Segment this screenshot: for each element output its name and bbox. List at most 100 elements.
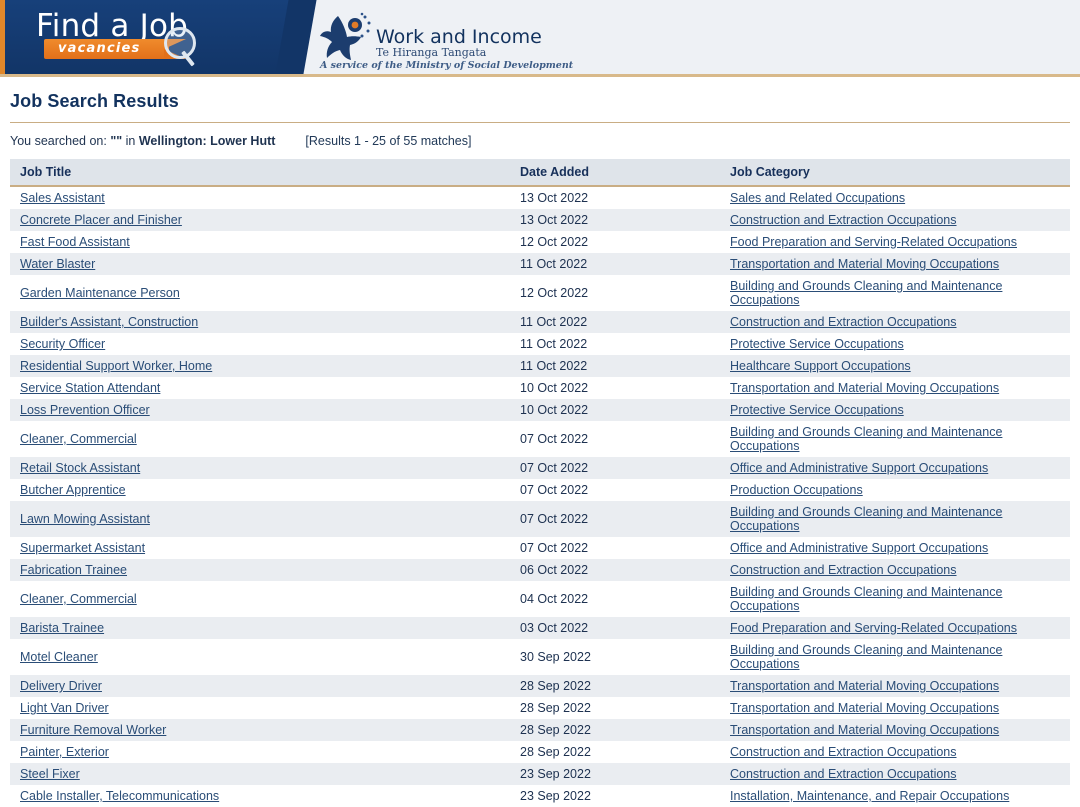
date-added-cell: 28 Sep 2022 <box>520 701 591 715</box>
job-title-cell: Cable Installer, Telecommunications <box>10 785 510 807</box>
job-title-link[interactable]: Retail Stock Assistant <box>20 461 140 475</box>
job-title-link[interactable]: Delivery Driver <box>20 679 102 693</box>
table-row: Cleaner, Commercial 07 Oct 2022 Building a… <box>10 421 1070 457</box>
page-title: Job Search Results <box>10 91 179 111</box>
job-title-cell: Loss Prevention Officer <box>10 399 510 421</box>
job-title-link[interactable]: Security Officer <box>20 337 105 351</box>
table-row: Water Blaster 11 Oct 2022 Transportation a… <box>10 253 1070 275</box>
search-location-value: Wellington: Lower Hutt <box>138 134 276 148</box>
job-category-link[interactable]: Sales and Related Occupations <box>730 191 905 205</box>
search-summary: You searched on: "" in Wellington: Lower… <box>10 123 1070 159</box>
job-category-link[interactable]: Transportation and Material Moving Occup… <box>730 679 999 693</box>
table-row: Steel Fixer 23 Sep 2022 Construction and E… <box>10 763 1070 785</box>
agency-maori-name: Te Hiranga Tangata <box>376 46 487 59</box>
table-row: Service Station Attendant 10 Oct 2022 Tran… <box>10 377 1070 399</box>
job-title-cell: Supermarket Assistant <box>10 537 510 559</box>
job-category-link[interactable]: Building and Grounds Cleaning and Mainte… <box>730 425 1002 453</box>
job-category-link[interactable]: Transportation and Material Moving Occup… <box>730 723 999 737</box>
job-title-cell: Barista Trainee <box>10 617 510 639</box>
job-title-link[interactable]: Builder's Assistant, Construction <box>20 315 198 329</box>
job-title-link[interactable]: Furniture Removal Worker <box>20 723 166 737</box>
job-title-link[interactable]: Fast Food Assistant <box>20 235 130 249</box>
job-title-link[interactable]: Painter, Exterior <box>20 745 109 759</box>
job-category-cell: Healthcare Support Occupations <box>720 355 1070 377</box>
find-a-job-logo[interactable]: Find a Job vacancies <box>36 9 236 67</box>
date-added-cell: 28 Sep 2022 <box>520 723 591 737</box>
job-category-link[interactable]: Construction and Extraction Occupations <box>730 315 957 329</box>
job-category-link[interactable]: Transportation and Material Moving Occup… <box>730 381 999 395</box>
table-row: Fast Food Assistant 12 Oct 2022 Food Prepa… <box>10 231 1070 253</box>
date-added-cell: 11 Oct 2022 <box>520 337 588 351</box>
job-category-cell: Office and Administrative Support Occupa… <box>720 457 1070 479</box>
job-category-link[interactable]: Food Preparation and Serving-Related Occ… <box>730 235 1017 249</box>
job-title-link[interactable]: Light Van Driver <box>20 701 109 715</box>
job-title-link[interactable]: Service Station Attendant <box>20 381 160 395</box>
job-category-link[interactable]: Production Occupations <box>730 483 863 497</box>
find-a-job-logo-text: Find a Job <box>36 8 189 44</box>
job-title-link[interactable]: Supermarket Assistant <box>20 541 145 555</box>
work-and-income-logo[interactable]: Work and Income Te Hiranga Tangata A ser… <box>318 8 648 71</box>
date-added-cell: 07 Oct 2022 <box>520 541 589 555</box>
job-category-link[interactable]: Food Preparation and Serving-Related Occ… <box>730 621 1017 635</box>
job-title-link[interactable]: Concrete Placer and Finisher <box>20 213 182 227</box>
job-title-cell: Retail Stock Assistant <box>10 457 510 479</box>
job-title-link[interactable]: Lawn Mowing Assistant <box>20 512 150 526</box>
search-summary-in: in <box>122 134 139 148</box>
job-title-cell: Fabrication Trainee <box>10 559 510 581</box>
date-added-cell: 10 Oct 2022 <box>520 403 589 417</box>
job-title-link[interactable]: Garden Maintenance Person <box>20 286 180 300</box>
job-category-cell: Protective Service Occupations <box>720 399 1070 421</box>
job-title-link[interactable]: Motel Cleaner <box>20 650 98 664</box>
search-query-value: "" <box>110 134 123 148</box>
job-title-link[interactable]: Cable Installer, Telecommunications <box>20 789 219 803</box>
job-category-cell: Building and Grounds Cleaning and Mainte… <box>720 275 1070 311</box>
table-row: Supermarket Assistant 07 Oct 2022 Office a… <box>10 537 1070 559</box>
table-row: Concrete Placer and Finisher 13 Oct 2022 C… <box>10 209 1070 231</box>
job-category-link[interactable]: Installation, Maintenance, and Repair Oc… <box>730 789 1009 803</box>
table-row: Garden Maintenance Person 12 Oct 2022 Buil… <box>10 275 1070 311</box>
job-category-cell: Protective Service Occupations <box>720 333 1070 355</box>
job-title-link[interactable]: Cleaner, Commercial <box>20 592 137 606</box>
job-title-link[interactable]: Fabrication Trainee <box>20 563 127 577</box>
job-category-link[interactable]: Building and Grounds Cleaning and Mainte… <box>730 505 1002 533</box>
job-title-cell: Painter, Exterior <box>10 741 510 763</box>
job-category-link[interactable]: Transportation and Material Moving Occup… <box>730 257 999 271</box>
job-title-link[interactable]: Sales Assistant <box>20 191 105 205</box>
job-title-link[interactable]: Butcher Apprentice <box>20 483 126 497</box>
job-category-link[interactable]: Building and Grounds Cleaning and Mainte… <box>730 279 1002 307</box>
job-category-link[interactable]: Office and Administrative Support Occupa… <box>730 461 988 475</box>
job-title-link[interactable]: Steel Fixer <box>20 767 80 781</box>
job-title-cell: Service Station Attendant <box>10 377 510 399</box>
column-header-job-title[interactable]: Job Title <box>10 159 510 187</box>
date-added-cell: 07 Oct 2022 <box>520 483 589 497</box>
job-category-link[interactable]: Construction and Extraction Occupations <box>730 767 957 781</box>
page-body: Job Search Results You searched on: "" i… <box>0 77 1080 807</box>
job-category-link[interactable]: Protective Service Occupations <box>730 403 904 417</box>
job-title-link[interactable]: Cleaner, Commercial <box>20 432 137 446</box>
job-category-link[interactable]: Protective Service Occupations <box>730 337 904 351</box>
column-header-date-added[interactable]: Date Added <box>510 159 720 187</box>
job-title-link[interactable]: Barista Trainee <box>20 621 104 635</box>
job-category-cell: Construction and Extraction Occupations <box>720 763 1070 785</box>
job-category-link[interactable]: Transportation and Material Moving Occup… <box>730 701 999 715</box>
job-title-cell: Furniture Removal Worker <box>10 719 510 741</box>
agency-name: Work and Income <box>376 26 542 48</box>
job-category-link[interactable]: Construction and Extraction Occupations <box>730 563 957 577</box>
date-added-cell: 12 Oct 2022 <box>520 286 589 300</box>
job-title-link[interactable]: Water Blaster <box>20 257 95 271</box>
column-header-job-category[interactable]: Job Category <box>720 159 1070 187</box>
table-row: Cleaner, Commercial 04 Oct 2022 Building a… <box>10 581 1070 617</box>
job-category-link[interactable]: Building and Grounds Cleaning and Mainte… <box>730 643 1002 671</box>
job-category-cell: Transportation and Material Moving Occup… <box>720 719 1070 741</box>
job-category-link[interactable]: Construction and Extraction Occupations <box>730 213 957 227</box>
date-added-cell: 23 Sep 2022 <box>520 767 591 781</box>
job-category-cell: Food Preparation and Serving-Related Occ… <box>720 617 1070 639</box>
job-category-link[interactable]: Office and Administrative Support Occupa… <box>730 541 988 555</box>
date-added-cell: 23 Sep 2022 <box>520 789 591 803</box>
job-title-link[interactable]: Loss Prevention Officer <box>20 403 150 417</box>
job-category-link[interactable]: Healthcare Support Occupations <box>730 359 911 373</box>
job-category-cell: Installation, Maintenance, and Repair Oc… <box>720 785 1070 807</box>
job-title-link[interactable]: Residential Support Worker, Home <box>20 359 212 373</box>
job-category-link[interactable]: Construction and Extraction Occupations <box>730 745 957 759</box>
job-category-link[interactable]: Building and Grounds Cleaning and Mainte… <box>730 585 1002 613</box>
